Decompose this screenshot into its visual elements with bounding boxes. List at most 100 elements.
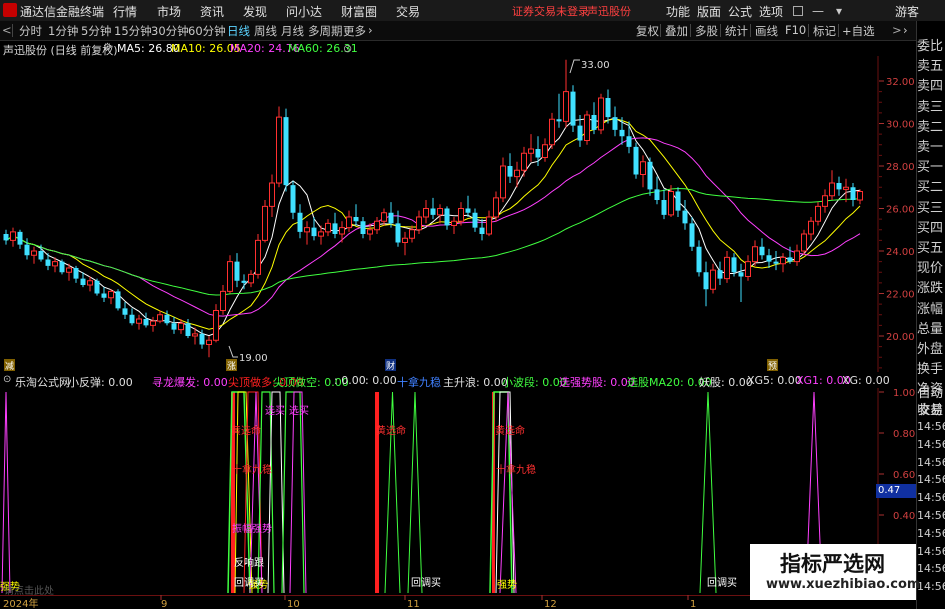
candle[interactable] bbox=[45, 259, 51, 266]
candle[interactable] bbox=[773, 261, 779, 264]
candle[interactable] bbox=[801, 233, 807, 252]
candle[interactable] bbox=[451, 220, 457, 226]
menu-wenxiaoda[interactable]: 问小达 bbox=[286, 3, 322, 20]
candle[interactable] bbox=[115, 291, 121, 309]
candle[interactable] bbox=[66, 267, 72, 273]
login-warning[interactable]: 证券交易未登录 bbox=[512, 3, 589, 19]
nav-left-button[interactable]: < bbox=[2, 23, 12, 37]
candle[interactable] bbox=[143, 319, 149, 326]
candle[interactable] bbox=[521, 152, 527, 171]
candle[interactable] bbox=[696, 246, 702, 273]
candle[interactable] bbox=[248, 273, 254, 284]
candle[interactable] bbox=[486, 216, 492, 235]
menu-faxian[interactable]: 发现 bbox=[243, 3, 267, 20]
candle[interactable] bbox=[171, 323, 177, 330]
status-footer[interactable]: 请点击此处 bbox=[4, 582, 54, 597]
candle[interactable] bbox=[766, 255, 772, 262]
button-huaxian[interactable]: 画线 bbox=[755, 23, 778, 39]
candle[interactable] bbox=[640, 161, 646, 175]
candle[interactable] bbox=[59, 261, 65, 273]
menu-gongneng[interactable]: 功能 bbox=[666, 3, 690, 20]
candle[interactable] bbox=[850, 187, 856, 200]
candle[interactable] bbox=[423, 208, 429, 218]
candle[interactable] bbox=[444, 208, 450, 226]
candle[interactable] bbox=[157, 314, 163, 322]
tab-more[interactable]: 更多 bbox=[343, 23, 366, 39]
candle[interactable] bbox=[52, 261, 58, 267]
candle[interactable] bbox=[500, 165, 506, 199]
candle[interactable] bbox=[542, 144, 548, 158]
candle[interactable] bbox=[227, 261, 233, 292]
candle[interactable] bbox=[94, 280, 100, 294]
candle[interactable] bbox=[80, 278, 86, 285]
candle[interactable] bbox=[577, 125, 583, 141]
candle[interactable] bbox=[185, 323, 191, 336]
candle[interactable] bbox=[626, 136, 632, 147]
candle[interactable] bbox=[689, 223, 695, 247]
candle[interactable] bbox=[745, 261, 751, 277]
candle[interactable] bbox=[479, 227, 485, 234]
candle[interactable] bbox=[430, 208, 436, 215]
candle[interactable] bbox=[829, 182, 835, 197]
menu-xuanxiang[interactable]: 选项 bbox=[759, 3, 783, 20]
candle[interactable] bbox=[234, 261, 240, 281]
candle[interactable] bbox=[675, 191, 681, 211]
candle[interactable] bbox=[374, 220, 380, 231]
candle[interactable] bbox=[213, 310, 219, 341]
menu-shichang[interactable]: 市场 bbox=[157, 3, 181, 20]
candle[interactable] bbox=[843, 186, 849, 190]
tab-5min[interactable]: 5分钟 bbox=[81, 23, 111, 39]
settings-icon[interactable]: ⊙ bbox=[3, 374, 11, 385]
candle[interactable] bbox=[304, 227, 310, 233]
candle[interactable] bbox=[507, 166, 513, 177]
nav-right-icon[interactable]: › bbox=[903, 23, 908, 37]
button-f10[interactable]: F10 bbox=[785, 23, 806, 37]
button-fuquan[interactable]: 复权 bbox=[636, 23, 659, 39]
chevron-right-icon[interactable]: › bbox=[368, 23, 373, 37]
price-chart[interactable]: 32.00 30.00 28.00 26.00 24.00 22.00 20.00 33.0… bbox=[0, 56, 916, 372]
candle[interactable] bbox=[255, 239, 261, 275]
candle[interactable] bbox=[108, 290, 114, 299]
candle[interactable] bbox=[31, 250, 37, 256]
event-marker-zhang[interactable]: 涨 bbox=[226, 359, 237, 372]
candle[interactable] bbox=[283, 117, 289, 186]
button-tongji[interactable]: 统计 bbox=[725, 23, 748, 39]
candle[interactable] bbox=[136, 318, 142, 324]
candle[interactable] bbox=[409, 229, 415, 239]
candle[interactable] bbox=[549, 118, 555, 146]
tab-daily[interactable]: 日线 bbox=[227, 23, 250, 39]
candle[interactable] bbox=[794, 250, 800, 263]
candle[interactable] bbox=[605, 98, 611, 118]
candle[interactable] bbox=[122, 308, 128, 315]
candle[interactable] bbox=[619, 129, 625, 137]
event-marker-yu[interactable]: 预 bbox=[767, 359, 778, 372]
candle[interactable] bbox=[731, 257, 737, 273]
candle[interactable] bbox=[262, 205, 268, 241]
chevron-down-icon[interactable]: ▾ bbox=[836, 4, 842, 18]
menu-zixun[interactable]: 资讯 bbox=[200, 3, 224, 20]
candle[interactable] bbox=[346, 216, 352, 229]
candle[interactable] bbox=[353, 217, 359, 222]
candle[interactable] bbox=[710, 269, 716, 290]
candle[interactable] bbox=[528, 148, 534, 154]
menu-banmian[interactable]: 版面 bbox=[697, 3, 721, 20]
button-duogu[interactable]: 多股 bbox=[695, 23, 718, 39]
candle[interactable] bbox=[241, 280, 247, 283]
candle[interactable] bbox=[787, 257, 793, 262]
candle[interactable] bbox=[192, 333, 198, 337]
event-marker-jian[interactable]: 减 bbox=[4, 359, 15, 372]
candle[interactable] bbox=[822, 195, 828, 207]
candle[interactable] bbox=[3, 234, 9, 241]
menu-hangqing[interactable]: 行情 bbox=[113, 3, 137, 20]
candle[interactable] bbox=[38, 251, 44, 260]
auto-trade-label[interactable]: 自动 交易 bbox=[918, 384, 943, 418]
candle[interactable] bbox=[24, 244, 30, 256]
candle[interactable] bbox=[752, 246, 758, 263]
candle[interactable] bbox=[206, 339, 212, 345]
candle[interactable] bbox=[17, 231, 23, 245]
candle[interactable] bbox=[101, 293, 107, 298]
candle[interactable] bbox=[857, 191, 863, 201]
candle[interactable] bbox=[318, 231, 324, 237]
tab-30min[interactable]: 30分钟 bbox=[151, 23, 189, 39]
event-marker-cai[interactable]: 财 bbox=[385, 359, 396, 372]
